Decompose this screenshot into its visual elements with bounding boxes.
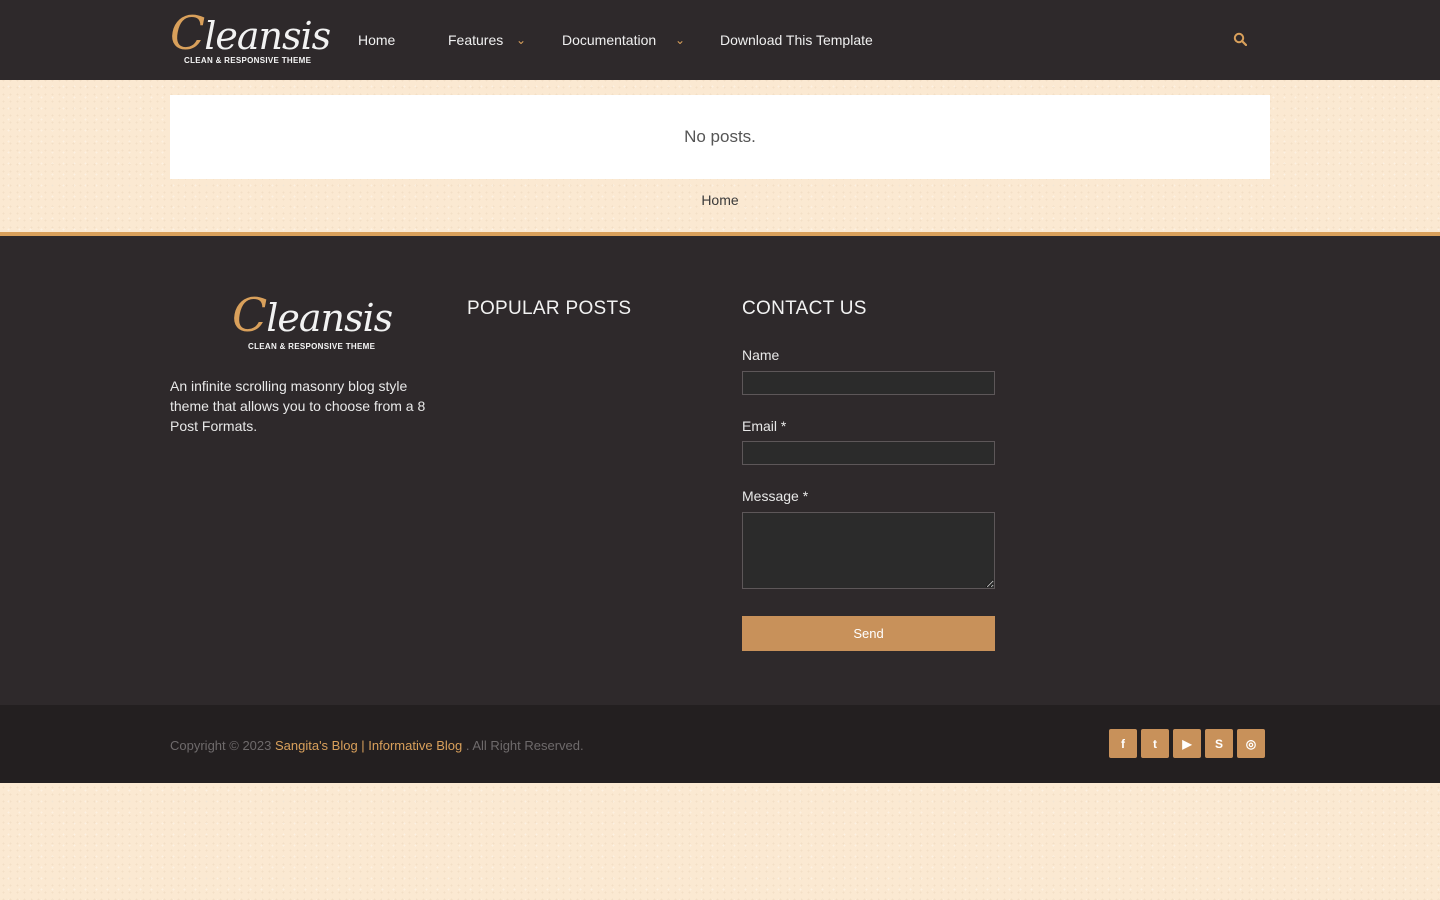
footer-logo[interactable]: Cleansis CLEAN & RESPONSIVE THEME xyxy=(232,288,393,354)
logo-initial: C xyxy=(170,6,205,60)
chevron-down-icon: ⌄ xyxy=(675,33,686,47)
logo-text: leansis xyxy=(204,14,331,58)
nav-item-documentation[interactable]: Documentation xyxy=(562,0,656,80)
nav-item-features[interactable]: Features xyxy=(448,0,503,80)
popular-posts-heading: POPULAR POSTS xyxy=(467,298,632,319)
logo-initial: C xyxy=(232,288,267,342)
logo-text: leansis xyxy=(266,296,393,340)
copyright-text: Copyright © 2023 Sangita's Blog | Inform… xyxy=(170,738,584,753)
footer-logo-tagline: CLEAN & RESPONSIVE THEME xyxy=(248,342,376,351)
send-button[interactable]: Send xyxy=(742,616,995,651)
nav-item-download[interactable]: Download This Template xyxy=(720,0,873,80)
email-field[interactable] xyxy=(742,441,995,465)
email-label: Email * xyxy=(742,418,787,434)
site-logo[interactable]: Cleansis CLEAN & RESPONSIVE THEME xyxy=(170,6,331,68)
no-posts-message: No posts. xyxy=(170,95,1270,179)
name-field[interactable] xyxy=(742,371,995,395)
name-label: Name xyxy=(742,347,780,363)
breadcrumb-home[interactable]: Home xyxy=(0,192,1440,208)
logo-tagline: CLEAN & RESPONSIVE THEME xyxy=(184,56,312,65)
search-icon[interactable] xyxy=(1233,32,1247,46)
youtube-icon[interactable]: ▶ xyxy=(1173,729,1201,758)
footer-logo-wordmark: Cleansis xyxy=(232,288,393,342)
copyright-rights: . All Right Reserved. xyxy=(465,738,584,753)
copyright-prefix: Copyright © 2023 xyxy=(170,738,272,753)
footer-about-text: An infinite scrolling masonry blog style… xyxy=(170,378,426,434)
facebook-icon[interactable]: f xyxy=(1109,729,1137,758)
footer xyxy=(0,232,1440,705)
top-navigation-bar: Cleansis CLEAN & RESPONSIVE THEME Home F… xyxy=(0,0,1440,80)
nav-item-home[interactable]: Home xyxy=(358,0,395,80)
instagram-icon[interactable]: ◎ xyxy=(1237,729,1265,758)
chevron-down-icon: ⌄ xyxy=(516,33,527,47)
logo-wordmark: Cleansis xyxy=(170,6,331,60)
contact-us-heading: CONTACT US xyxy=(742,298,867,319)
site-link[interactable]: Sangita's Blog | Informative Blog xyxy=(275,738,462,753)
message-field[interactable] xyxy=(742,512,995,589)
message-label: Message * xyxy=(742,488,809,504)
skype-icon[interactable]: S xyxy=(1205,729,1233,758)
twitter-icon[interactable]: t xyxy=(1141,729,1169,758)
